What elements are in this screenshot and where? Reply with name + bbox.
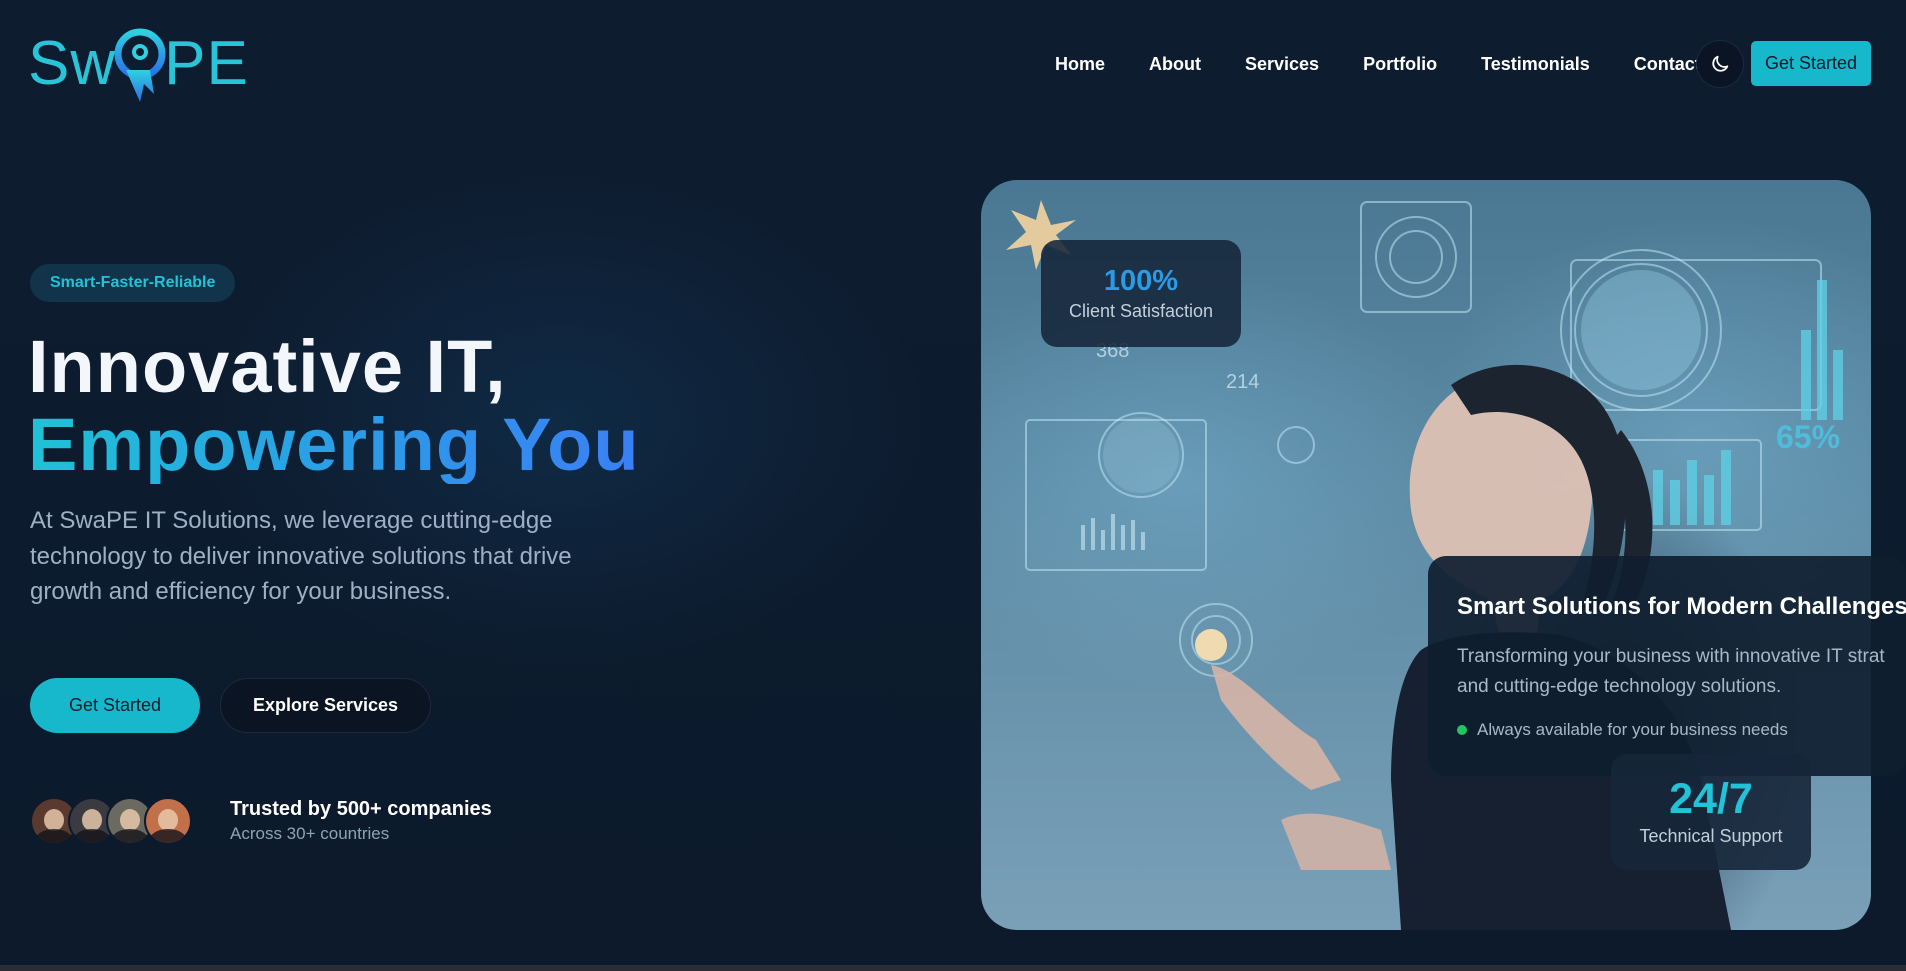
logo-text-left: Sw — [28, 29, 117, 98]
nav-services[interactable]: Services — [1245, 46, 1319, 82]
landing-page: Sw PE Home About Services Portfolio Test — [0, 0, 1906, 971]
hud-text: 214 — [1226, 371, 1259, 393]
nav-portfolio[interactable]: Portfolio — [1363, 46, 1437, 82]
explore-services-button[interactable]: Explore Services — [220, 678, 431, 733]
hero-headline: Innovative IT, Empowering You — [28, 328, 640, 484]
nav-testimonials[interactable]: Testimonials — [1481, 46, 1590, 82]
stat-label: Technical Support — [1639, 826, 1783, 846]
solutions-info-card: Smart Solutions for Modern Challenges Tr… — [1428, 556, 1906, 776]
info-card-title: Smart Solutions for Modern Challenges — [1457, 593, 1906, 620]
status-dot-icon — [1457, 725, 1467, 735]
tagline-badge: Smart-Faster-Reliable — [30, 264, 236, 302]
logo-text-right: PE — [164, 29, 249, 98]
info-card-text-line: and cutting-edge technology solutions. — [1457, 676, 1782, 697]
header-get-started-button[interactable]: Get Started — [1751, 41, 1871, 86]
headline-line-1: Innovative IT, — [28, 325, 507, 408]
availability-text: Always available for your business needs — [1477, 720, 1788, 739]
customer-avatars — [30, 797, 192, 845]
info-card-text: Transforming your business with innovati… — [1457, 642, 1897, 702]
stat-value: 100% — [1103, 264, 1179, 297]
theme-toggle-button[interactable] — [1696, 40, 1744, 88]
stat-value: 24/7 — [1669, 775, 1753, 823]
trust-title: Trusted by 500+ companies — [230, 798, 492, 820]
hero-description: At SwaPE IT Solutions, we leverage cutti… — [30, 507, 572, 605]
stat-label: Client Satisfaction — [1068, 300, 1214, 321]
rocket-logo-icon — [110, 24, 170, 104]
info-card-text-line: Transforming your business with innovati… — [1457, 646, 1885, 667]
main-nav: Home About Services Portfolio Testimonia… — [1055, 46, 1701, 82]
nav-contact[interactable]: Contact — [1634, 46, 1701, 82]
avatar — [144, 797, 192, 845]
hud-text: 65% — [1776, 419, 1840, 455]
get-started-button[interactable]: Get Started — [30, 678, 200, 733]
client-satisfaction-stat: 100% Client Satisfaction — [1041, 240, 1241, 347]
moon-icon — [1712, 55, 1729, 72]
trust-subtitle: Across 30+ countries — [230, 824, 390, 843]
technical-support-stat: 24/7 Technical Support — [1611, 754, 1811, 870]
nav-about[interactable]: About — [1149, 46, 1201, 82]
headline-line-2: Empowering You — [28, 403, 640, 486]
logo[interactable]: Sw PE — [28, 24, 249, 104]
nav-home[interactable]: Home — [1055, 46, 1105, 82]
trust-block: Trusted by 500+ companies Across 30+ cou… — [230, 796, 492, 846]
availability-status: Always available for your business needs — [1457, 720, 1906, 740]
